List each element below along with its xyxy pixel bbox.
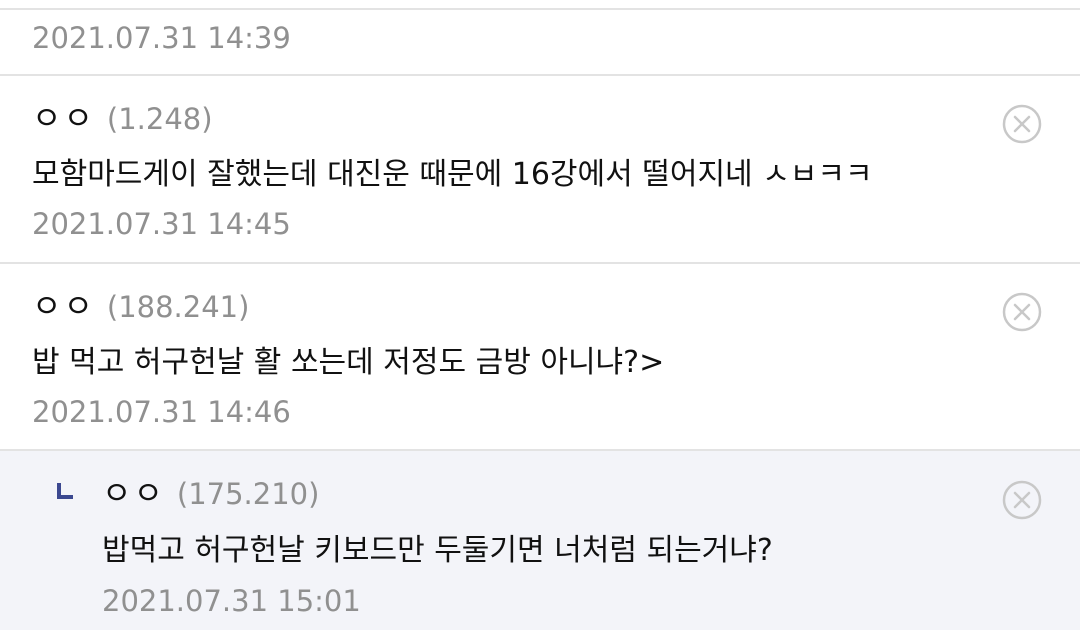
comment-author[interactable]: ㅇㅇ [32,99,95,137]
comment-item: ㅇㅇ (188.241) 밥 먹고 허구헌날 활 쏘는데 저정도 금방 아니냐?>… [0,264,1080,451]
comment-date: 2021.07.31 14:39 [32,21,291,55]
comment-item: ㅇㅇ (1.248) 모함마드게이 잘했는데 대진운 때문에 16강에서 떨어지네… [0,76,1080,264]
comment-date: 2021.07.31 14:46 [32,395,291,429]
comment-text: 밥 먹고 허구헌날 활 쏘는데 저정도 금방 아니냐?> [32,345,665,380]
comment-author[interactable]: ㅇㅇ [32,287,95,325]
comment-ip: (188.241) [106,290,250,324]
close-circle-icon [1002,104,1042,144]
comment-text: 모함마드게이 잘했는데 대진운 때문에 16강에서 떨어지네 ㅅㅂㅋㅋ [32,157,873,192]
close-circle-icon [1002,292,1042,332]
delete-comment-button[interactable] [1002,104,1042,144]
comment-date: 2021.07.31 15:01 [102,584,361,618]
comment-author[interactable]: ㅇㅇ [102,474,165,512]
comment-item: 2021.07.31 14:39 [0,10,1080,76]
reply-arrow-icon [57,483,73,499]
reply-comment-item: ㅇㅇ (175.210) 밥먹고 허구헌날 키보드만 두둘기면 너처럼 되는거냐?… [0,451,1080,630]
comment-ip: (175.210) [176,477,320,511]
comment-author-row: ㅇㅇ (175.210) [102,473,319,519]
comment-date: 2021.07.31 14:45 [32,207,291,241]
comment-ip: (1.248) [106,102,213,136]
comment-text: 밥먹고 허구헌날 키보드만 두둘기면 너처럼 되는거냐? [102,533,773,568]
delete-comment-button[interactable] [1002,480,1042,520]
close-circle-icon [1002,480,1042,520]
comment-author-row: ㅇㅇ (188.241) [32,286,249,332]
comment-author-row: ㅇㅇ (1.248) [32,98,213,144]
delete-comment-button[interactable] [1002,292,1042,332]
